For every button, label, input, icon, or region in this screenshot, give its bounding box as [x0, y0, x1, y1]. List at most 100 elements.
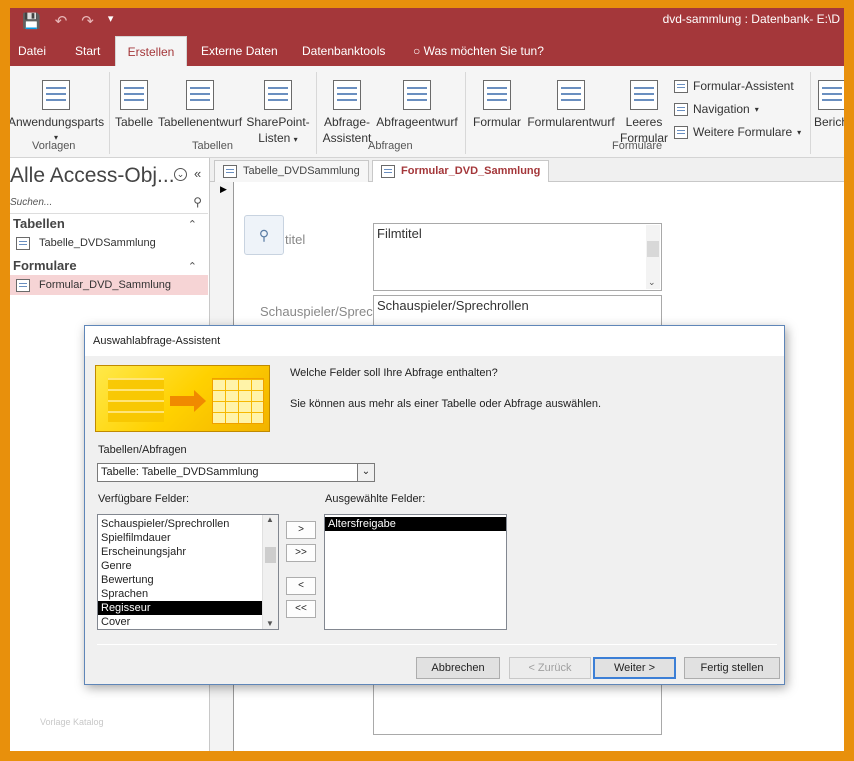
- remove-field-button[interactable]: <: [286, 577, 316, 595]
- undo-icon[interactable]: ↶: [55, 12, 68, 30]
- formular-button[interactable]: Formular: [470, 80, 524, 130]
- weitere-formulare-button[interactable]: Weitere Formulare ▾: [674, 125, 801, 139]
- scroll-down-icon[interactable]: ⌄: [648, 277, 656, 288]
- selected-fields-label: Ausgewählte Felder:: [325, 493, 426, 505]
- save-icon[interactable]: 💾: [22, 12, 41, 30]
- field-scrollbar[interactable]: ⌄: [646, 225, 660, 289]
- title-bar: 💾 ↶ ↷ ▾ dvd-sammlung : Datenbank- E:\D: [10, 8, 844, 36]
- navigation-icon: [674, 102, 688, 116]
- tab-datei[interactable]: Datei: [18, 36, 46, 66]
- list-item[interactable]: Spielfilmdauer: [98, 531, 262, 545]
- tell-me-search[interactable]: ○ Was möchten Sie tun?: [413, 36, 544, 66]
- tab-datenbanktools[interactable]: Datenbanktools: [302, 36, 385, 66]
- customize-qat-icon[interactable]: ▾: [108, 12, 114, 30]
- group-separator: [109, 72, 110, 154]
- tables-queries-select[interactable]: Tabelle: Tabelle_DVDSammlung ⌄: [97, 463, 375, 482]
- tab-erstellen[interactable]: Erstellen: [115, 36, 187, 66]
- nav-item-tabelle-dvdsammlung[interactable]: Tabelle_DVDSammlung: [10, 233, 208, 253]
- scroll-down-icon[interactable]: ▼: [266, 619, 274, 628]
- list-item[interactable]: Bewertung: [98, 573, 262, 587]
- abfrageentwurf-button[interactable]: Abfrageentwurf: [374, 80, 460, 130]
- add-field-button[interactable]: >: [286, 521, 316, 539]
- doc-tab-formular[interactable]: Formular_DVD_Sammlung: [372, 160, 550, 183]
- dropdown-arrow-icon: ▾: [797, 127, 802, 137]
- group-separator: [316, 72, 317, 154]
- search-icon[interactable]: ⚲: [244, 215, 284, 255]
- form-design-icon: [557, 80, 585, 110]
- nav-menu-chevron-icon[interactable]: ⌄: [174, 168, 187, 181]
- remove-all-fields-button[interactable]: <<: [286, 600, 316, 618]
- document-tabs: Tabelle_DVDSammlung Formular_DVD_Sammlun…: [210, 158, 844, 183]
- group-label-vorlagen: Vorlagen: [32, 140, 76, 152]
- leeres-formular-button[interactable]: Leeres Formular: [618, 80, 670, 146]
- collapse-pane-icon[interactable]: «: [194, 166, 201, 181]
- redo-icon[interactable]: ↷: [81, 12, 94, 30]
- list-item-selected[interactable]: Regisseur: [98, 601, 262, 615]
- chevron-down-icon[interactable]: ⌄: [357, 464, 374, 481]
- collapse-group-icon[interactable]: ⌃: [188, 218, 197, 231]
- available-fields-items: Schauspieler/Sprechrollen Spielfilmdauer…: [98, 515, 262, 629]
- sharepoint-listen-button[interactable]: SharePoint- Listen ▾: [245, 80, 311, 148]
- window-title: dvd-sammlung : Datenbank- E:\D: [662, 12, 840, 26]
- wizard-question: Welche Felder soll Ihre Abfrage enthalte…: [290, 367, 498, 379]
- dialog-title: Auswahlabfrage-Assistent: [93, 335, 221, 347]
- formular-assistent-button[interactable]: Formular-Assistent: [674, 79, 794, 93]
- form-icon: [483, 80, 511, 110]
- selected-fields-list[interactable]: Altersfreigabe: [324, 514, 507, 630]
- list-item[interactable]: Genre: [98, 559, 262, 573]
- nav-search-input[interactable]: Suchen... ⚲: [10, 194, 208, 214]
- form-icon: [381, 165, 395, 178]
- selected-fields-items: Altersfreigabe: [325, 515, 506, 531]
- auswahlabfrage-assistent-dialog: Auswahlabfrage-Assistent Welche Felder s…: [84, 325, 785, 685]
- tables-queries-label: Tabellen/Abfragen: [98, 444, 187, 456]
- available-fields-scrollbar[interactable]: ▲ ▼: [262, 515, 278, 629]
- anwendungsparts-button[interactable]: Anwendungsparts ▾: [10, 80, 104, 146]
- tab-externe-daten[interactable]: Externe Daten: [201, 36, 278, 66]
- group-label-tabellen: Tabellen: [192, 140, 233, 152]
- tab-start[interactable]: Start: [75, 36, 100, 66]
- list-item[interactable]: Sprachen: [98, 587, 262, 601]
- field-filmtitel[interactable]: Filmtitel ⌄: [373, 223, 662, 291]
- nav-footer-text: Vorlage Katalog: [40, 717, 104, 727]
- next-button[interactable]: Weiter >: [593, 657, 676, 679]
- available-fields-list[interactable]: Schauspieler/Sprechrollen Spielfilmdauer…: [97, 514, 279, 630]
- available-fields-label: Verfügbare Felder:: [98, 493, 190, 505]
- application-parts-icon: [42, 80, 70, 110]
- back-button[interactable]: < Zurück: [509, 657, 591, 679]
- query-design-icon: [403, 80, 431, 110]
- dialog-title-bar[interactable]: Auswahlabfrage-Assistent: [85, 326, 784, 356]
- scroll-up-icon[interactable]: ▲: [266, 515, 274, 524]
- nav-group-formulare[interactable]: Formulare: [13, 258, 77, 273]
- table-icon: [16, 236, 30, 250]
- tabellenentwurf-button[interactable]: Tabellenentwurf: [157, 80, 243, 130]
- group-separator: [465, 72, 466, 154]
- nav-item-formular-dvd-sammlung[interactable]: Formular_DVD_Sammlung: [10, 275, 208, 295]
- list-item[interactable]: Cover: [98, 615, 262, 629]
- nav-group-tabellen[interactable]: Tabellen: [13, 216, 65, 231]
- doc-tab-tabelle[interactable]: Tabelle_DVDSammlung: [214, 160, 369, 182]
- list-item[interactable]: Erscheinungsjahr: [98, 545, 262, 559]
- form-icon: [16, 278, 30, 292]
- bericht-button[interactable]: Berich: [814, 80, 844, 130]
- query-wizard-icon: [333, 80, 361, 110]
- list-item-selected[interactable]: Altersfreigabe: [325, 517, 506, 531]
- wizard-hint: Sie können aus mehr als einer Tabelle od…: [290, 398, 602, 410]
- finish-button[interactable]: Fertig stellen: [684, 657, 780, 679]
- abfrage-assistent-button[interactable]: Abfrage- Assistent: [321, 80, 373, 146]
- list-item[interactable]: Schauspieler/Sprechrollen: [98, 517, 262, 531]
- tabelle-button[interactable]: Tabelle: [114, 80, 154, 130]
- nav-pane-title[interactable]: Alle Access-Obj...: [10, 164, 175, 188]
- group-label-abfragen: Abfragen: [368, 140, 413, 152]
- cancel-button[interactable]: Abbrechen: [416, 657, 500, 679]
- field-label-titel: titel: [285, 232, 306, 247]
- ribbon: Anwendungsparts ▾ Vorlagen Tabelle Tabel…: [10, 66, 844, 158]
- blank-form-icon: [630, 80, 658, 110]
- dialog-separator: [97, 644, 777, 645]
- quick-access-toolbar: 💾 ↶ ↷ ▾: [22, 12, 113, 30]
- lightbulb-icon: ○: [413, 44, 421, 58]
- add-all-fields-button[interactable]: >>: [286, 544, 316, 562]
- navigation-button[interactable]: Navigation ▾: [674, 102, 759, 116]
- collapse-group-icon[interactable]: ⌃: [188, 260, 197, 273]
- search-icon[interactable]: ⚲: [193, 195, 202, 209]
- formularentwurf-button[interactable]: Formularentwurf: [525, 80, 617, 130]
